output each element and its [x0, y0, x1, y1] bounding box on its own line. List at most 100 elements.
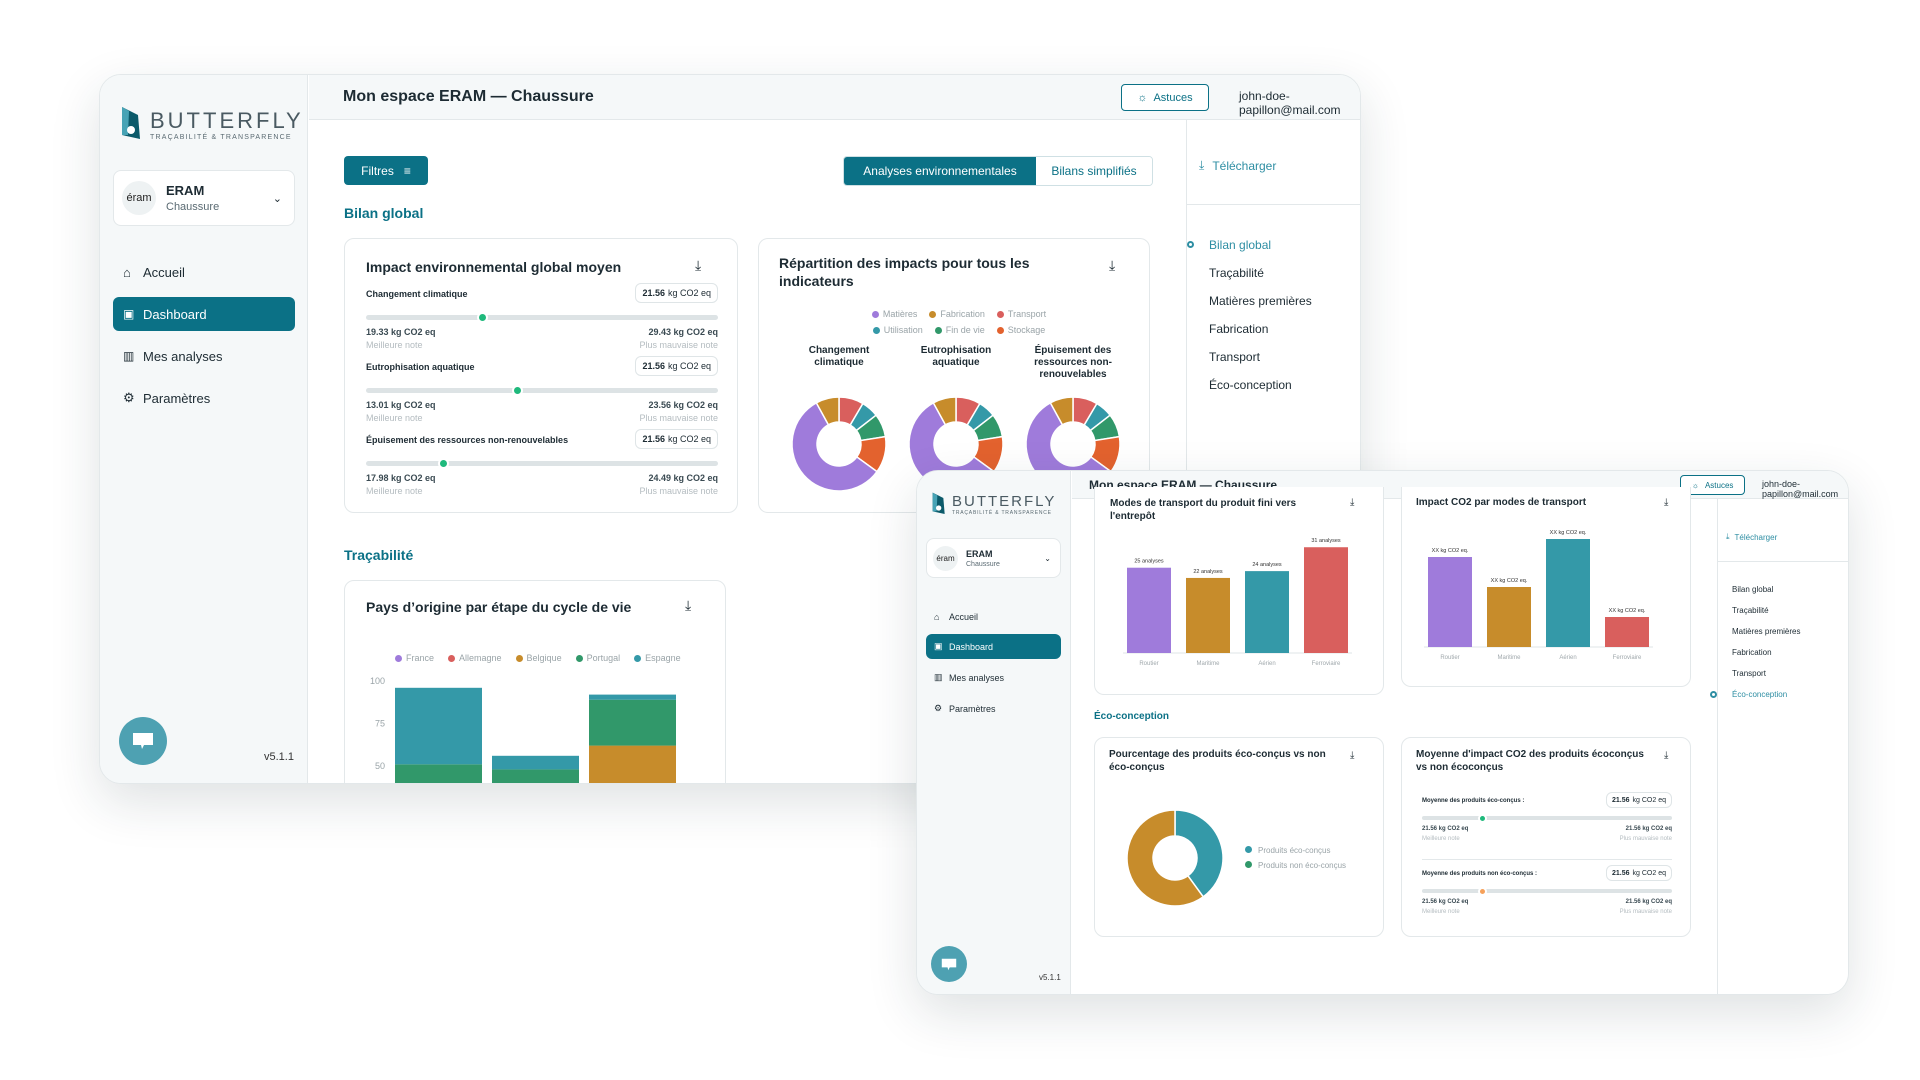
bar[interactable]: [1127, 567, 1171, 653]
nav-accueil[interactable]: ⌂ Accueil: [926, 604, 1061, 629]
brand-category: Chaussure: [166, 201, 220, 213]
slider-track[interactable]: [366, 388, 718, 393]
download-icon[interactable]: ⤓: [1664, 750, 1668, 761]
filters-button[interactable]: Filtres ≡: [344, 156, 428, 185]
chat-button[interactable]: [119, 717, 167, 765]
bar-segment-espagne[interactable]: [492, 755, 579, 770]
legend-item[interactable]: Matières: [871, 309, 917, 319]
legend-item[interactable]: Portugal: [575, 653, 620, 663]
value-unit: kg CO2 eq: [667, 434, 711, 444]
nav-parametres[interactable]: ⚙ Paramètres: [926, 696, 1061, 721]
nav-accueil[interactable]: ⌂ Accueil: [113, 255, 295, 289]
legend-item[interactable]: France: [395, 653, 434, 663]
gear-icon: ⚙: [934, 703, 943, 713]
download-icon[interactable]: ⤓: [1350, 497, 1354, 508]
app-logo[interactable]: BUTTERFLY TRAÇABILITÉ & TRANSPARENCE: [930, 491, 1056, 517]
bar[interactable]: [1186, 577, 1230, 653]
right-nav-item[interactable]: Transport: [1209, 350, 1260, 364]
legend-item[interactable]: Utilisation: [872, 325, 923, 335]
nav-label: Accueil: [143, 264, 185, 280]
right-nav-item[interactable]: Matières premières: [1732, 627, 1800, 636]
bar-segment-espagne[interactable]: [395, 687, 482, 765]
bar[interactable]: [1605, 617, 1649, 647]
download-icon[interactable]: ⤓: [685, 597, 691, 614]
legend-item[interactable]: Belgique: [515, 653, 562, 663]
legend-item[interactable]: Fin de vie: [934, 325, 985, 335]
download-icon[interactable]: ⤓: [1109, 257, 1115, 274]
bar-segment-portugal[interactable]: [492, 769, 579, 783]
nav-mes-analyses[interactable]: ▥ Mes analyses: [926, 665, 1061, 690]
bar-segment-espagne[interactable]: [589, 694, 676, 700]
chat-button[interactable]: [931, 946, 967, 982]
indicator-slider: Eutrophisation aquatique 21.56 kg CO2 eq 13…: [366, 356, 718, 435]
slider-thumb[interactable]: [511, 385, 523, 396]
x-tick-label: Routier: [1139, 661, 1158, 667]
right-nav-item[interactable]: Éco-conception: [1732, 690, 1787, 699]
right-nav-item[interactable]: Matières premières: [1209, 294, 1312, 308]
right-nav-item[interactable]: Éco-conception: [1209, 378, 1292, 392]
legend-item[interactable]: Stockage: [996, 325, 1045, 335]
slider-track[interactable]: [1422, 816, 1672, 820]
nav-mes-analyses[interactable]: ▥ Mes analyses: [113, 339, 295, 373]
slider-track[interactable]: [366, 315, 718, 320]
download-button[interactable]: ⤓ Télécharger: [1199, 158, 1276, 173]
legend-item[interactable]: Produits éco-conçus: [1245, 843, 1346, 858]
download-label: Télécharger: [1212, 158, 1277, 173]
nav-dashboard[interactable]: ▣ Dashboard: [926, 634, 1061, 659]
legend-swatch: [395, 654, 402, 662]
bar-segment-belgique[interactable]: [589, 745, 676, 784]
legend-item[interactable]: Produits non éco-conçus: [1245, 858, 1346, 873]
legend-item[interactable]: Espagne: [634, 653, 681, 663]
app-logo[interactable]: BUTTERFLY TRAÇABILITÉ & TRANSPARENCE: [118, 105, 304, 143]
bar-segment-portugal[interactable]: [589, 699, 676, 746]
logo-text: BUTTERFLY: [952, 492, 1057, 510]
secondary-window: BUTTERFLY TRAÇABILITÉ & TRANSPARENCE éra…: [916, 470, 1849, 995]
download-icon[interactable]: ⤓: [1350, 750, 1354, 761]
slider-thumb[interactable]: [476, 312, 488, 323]
nav-parametres[interactable]: ⚙ Paramètres: [113, 381, 295, 415]
astuces-button[interactable]: ☼ Astuces: [1121, 84, 1209, 111]
min-label: Meilleure note: [366, 486, 423, 496]
legend-item[interactable]: Allemagne: [448, 653, 502, 663]
right-nav-item[interactable]: Traçabilité: [1209, 266, 1264, 280]
bar-segment-allemagne[interactable]: [492, 783, 579, 784]
right-nav-item[interactable]: Fabrication: [1209, 322, 1268, 336]
chart-legend: Produits éco-conçus Produits non éco-conç…: [1245, 843, 1346, 873]
tab-analyses-environnementales[interactable]: Analyses environnementales: [844, 157, 1036, 185]
donut-title: Changement climatique: [808, 345, 870, 368]
slider-thumb[interactable]: [1477, 813, 1487, 823]
bar[interactable]: [1245, 571, 1289, 653]
nav-label: Mes analyses: [143, 348, 223, 364]
right-nav-item[interactable]: Bilan global: [1209, 238, 1271, 252]
legend-swatch: [1245, 846, 1252, 853]
brand-selector[interactable]: éram ERAM Chaussure ⌄: [113, 170, 295, 226]
slider-track[interactable]: [366, 461, 718, 466]
slider-thumb[interactable]: [1477, 886, 1487, 896]
bar[interactable]: [1428, 557, 1472, 647]
legend-swatch: [996, 310, 1004, 318]
indicator-slider: Épuisement des ressources non-renouvelab…: [366, 429, 718, 508]
slider-thumb[interactable]: [437, 458, 449, 469]
legend-item[interactable]: Fabrication: [929, 309, 985, 319]
bar[interactable]: [1487, 587, 1531, 647]
x-tick-label: Aérien: [1559, 655, 1576, 661]
nav-dashboard[interactable]: ▣ Dashboard: [113, 297, 295, 331]
top-bar: Mon espace ERAM — Chaussure ☼ Astuces joh…: [309, 75, 1360, 131]
bar[interactable]: [1546, 539, 1590, 647]
bar-segment-portugal[interactable]: [395, 764, 482, 784]
right-nav-item[interactable]: Transport: [1732, 669, 1766, 678]
slider-track[interactable]: [1422, 889, 1672, 893]
logo-subtitle: TRAÇABILITÉ & TRANSPARENCE: [150, 133, 292, 141]
right-nav-item[interactable]: Bilan global: [1732, 585, 1773, 594]
bar[interactable]: [1304, 547, 1348, 653]
download-icon[interactable]: ⤓: [695, 257, 701, 274]
active-indicator-dot: [1187, 241, 1194, 248]
legend-item[interactable]: Transport: [996, 309, 1046, 319]
right-nav-item[interactable]: Traçabilité: [1732, 606, 1769, 615]
download-icon[interactable]: ⤓: [1664, 497, 1668, 508]
tab-bilans-simplifies[interactable]: Bilans simplifiés: [1036, 157, 1152, 185]
right-nav-item[interactable]: Fabrication: [1732, 648, 1772, 657]
donut-title: Eutrophisation aquatique: [920, 345, 992, 368]
brand-selector[interactable]: éram ERAM Chaussure ⌄: [926, 538, 1061, 578]
download-button[interactable]: ⤓ Télécharger: [1726, 532, 1777, 542]
